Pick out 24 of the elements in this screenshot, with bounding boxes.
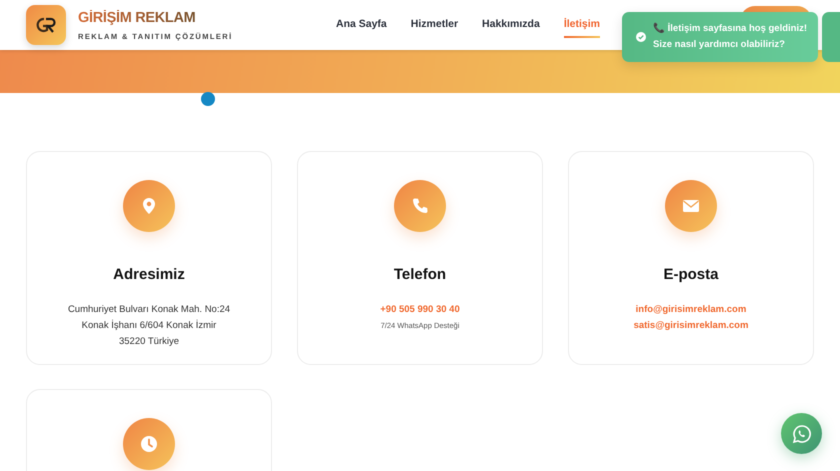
card-title: E-posta — [663, 266, 718, 284]
contact-link[interactable]: satis@girisimreklam.com — [634, 318, 748, 334]
contact-link[interactable]: info@girisimreklam.com — [636, 302, 746, 318]
nav-link[interactable]: Hizmetler — [410, 12, 458, 38]
dot-icon — [201, 92, 215, 106]
contact-link[interactable]: +90 505 990 30 40 — [380, 302, 460, 318]
address-line: Cumhuriyet Bulvarı Konak Mah. No:24 — [68, 303, 230, 317]
phone-icon — [394, 180, 446, 232]
whatsapp-button[interactable] — [781, 413, 822, 454]
nav-link[interactable]: Ana Sayfa — [336, 12, 387, 38]
toast-notification — [822, 12, 840, 62]
nav-link[interactable]: Hakkımızda — [482, 12, 540, 38]
location-pin-icon — [123, 180, 175, 232]
address-line: 35220 Türkiye — [118, 335, 180, 349]
chat-icon — [792, 424, 812, 444]
toast-message: 📞 İletişim sayfasına hoş geldiniz! — [653, 22, 808, 36]
card-title: Adresimiz — [113, 266, 185, 284]
logo-icon — [26, 5, 66, 45]
nav-link[interactable]: İletişim — [564, 12, 600, 38]
toast-message: Size nasıl yardımcı olabiliriz? — [653, 38, 786, 52]
card-title: Telefon — [394, 266, 446, 284]
check-icon — [636, 32, 646, 42]
envelope-icon — [665, 180, 717, 232]
address-line: Konak İşhanı 6/604 Konak İzmir — [82, 318, 216, 333]
